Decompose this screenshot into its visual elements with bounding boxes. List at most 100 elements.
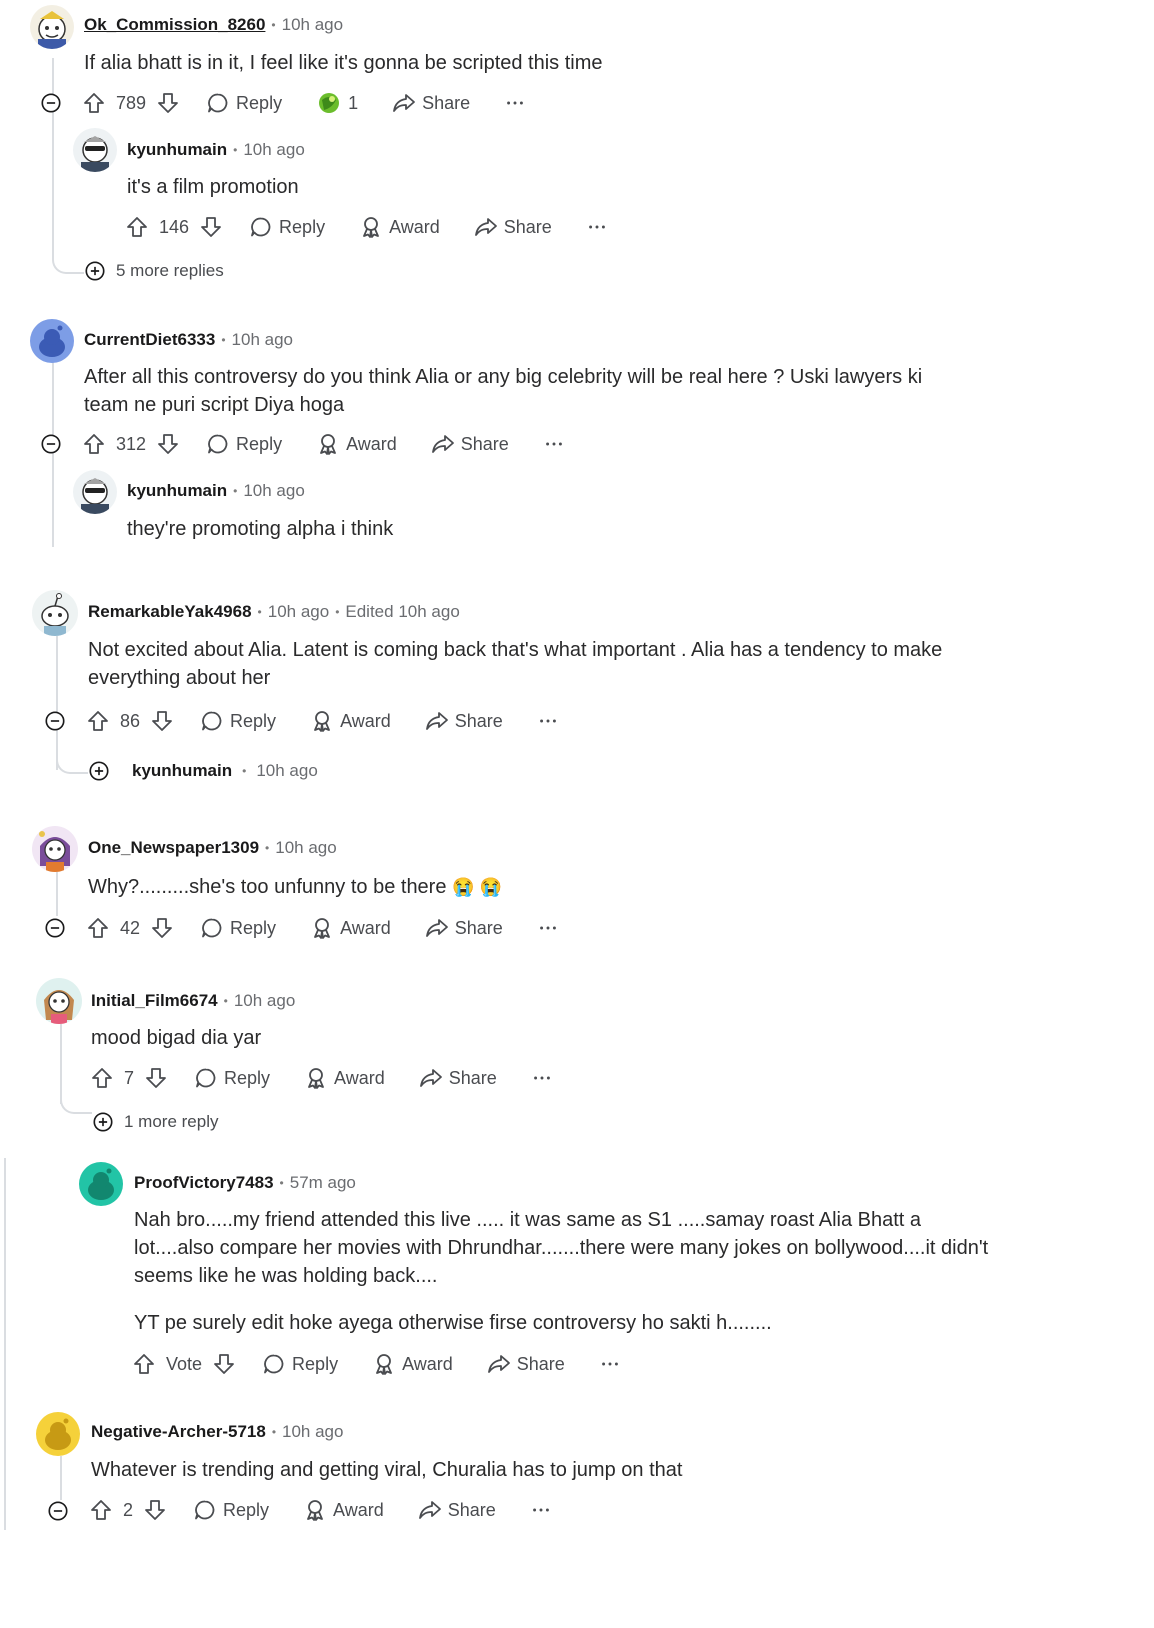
reply-button[interactable]: Reply xyxy=(194,1066,270,1090)
vote-count: 312 xyxy=(116,433,147,454)
collapse-icon[interactable] xyxy=(47,1500,69,1522)
username[interactable]: kyunhumain xyxy=(132,761,232,781)
share-button[interactable]: Share xyxy=(418,1498,496,1522)
share-button[interactable]: Share xyxy=(392,91,470,115)
thread-connector xyxy=(52,240,84,274)
downvote-button[interactable] xyxy=(150,916,174,940)
downvote-button[interactable] xyxy=(150,709,174,733)
collapse-icon[interactable] xyxy=(40,92,62,114)
award-button[interactable]: 1 xyxy=(316,90,358,116)
timestamp[interactable]: 10h ago xyxy=(275,838,336,858)
share-button[interactable]: Share xyxy=(425,709,503,733)
upvote-button[interactable] xyxy=(86,709,110,733)
reply-button[interactable]: Reply xyxy=(200,709,276,733)
timestamp[interactable]: 10h ago xyxy=(243,481,304,501)
username[interactable]: CurrentDiet6333 xyxy=(84,330,215,350)
comment-actions: 7 Reply Award Share xyxy=(90,1066,553,1090)
username[interactable]: Initial_Film6674 xyxy=(91,991,218,1011)
username[interactable]: Ok_Commission_8260 xyxy=(84,15,265,35)
reply-label: Reply xyxy=(236,92,283,113)
timestamp[interactable]: 10h ago xyxy=(282,15,343,35)
comment-meta: One_Newspaper1309 • 10h ago xyxy=(88,838,337,858)
edited-label: Edited 10h ago xyxy=(345,602,460,621)
collapse-icon[interactable] xyxy=(40,433,62,455)
more-options-button[interactable] xyxy=(530,1499,552,1521)
separator-dot: • xyxy=(233,143,238,157)
timestamp[interactable]: 10h ago xyxy=(243,140,304,160)
more-replies-button[interactable]: 5 more replies xyxy=(84,260,224,282)
award-button[interactable]: Award xyxy=(310,916,391,940)
timestamp[interactable]: 10h ago xyxy=(232,330,293,350)
username[interactable]: One_Newspaper1309 xyxy=(88,838,259,858)
upvote-button[interactable] xyxy=(82,91,106,115)
award-button[interactable]: Award xyxy=(316,432,397,456)
more-icon xyxy=(537,917,559,939)
timestamp[interactable]: 10h ago xyxy=(234,991,295,1011)
more-replies-button[interactable]: 1 more reply xyxy=(92,1111,218,1133)
downvote-icon xyxy=(150,916,174,940)
upvote-button[interactable] xyxy=(125,215,149,239)
downvote-button[interactable] xyxy=(199,215,223,239)
username[interactable]: RemarkableYak4968 xyxy=(88,602,252,622)
award-button[interactable]: Award xyxy=(304,1066,385,1090)
more-icon xyxy=(599,1353,621,1375)
separator-dot: • xyxy=(257,605,262,619)
reply-button[interactable]: Reply xyxy=(206,91,282,115)
reply-label: Reply xyxy=(224,1067,271,1088)
username[interactable]: ProofVictory7483 xyxy=(134,1173,274,1193)
collapse-icon[interactable] xyxy=(44,710,66,732)
more-options-button[interactable] xyxy=(537,710,559,732)
more-icon xyxy=(543,433,565,455)
share-button[interactable]: Share xyxy=(487,1352,565,1376)
upvote-icon xyxy=(89,1498,113,1522)
upvote-button[interactable] xyxy=(89,1498,113,1522)
username[interactable]: kyunhumain xyxy=(127,481,227,501)
separator-dot: • xyxy=(223,994,228,1008)
more-options-button[interactable] xyxy=(599,1353,621,1375)
share-label: Share xyxy=(454,710,503,731)
expand-icon xyxy=(84,260,106,282)
upvote-button[interactable] xyxy=(82,432,106,456)
more-options-button[interactable] xyxy=(543,433,565,455)
downvote-button[interactable] xyxy=(156,432,180,456)
downvote-button[interactable] xyxy=(212,1352,236,1376)
separator-dot: • xyxy=(271,18,276,32)
award-button[interactable]: Award xyxy=(359,215,440,239)
thread-line xyxy=(56,636,58,770)
reply-button[interactable]: Reply xyxy=(200,916,276,940)
timestamp[interactable]: 10h ago xyxy=(282,1422,343,1442)
upvote-button[interactable] xyxy=(86,916,110,940)
upvote-icon xyxy=(86,916,110,940)
share-button[interactable]: Share xyxy=(431,432,509,456)
share-button[interactable]: Share xyxy=(474,215,552,239)
share-button[interactable]: Share xyxy=(425,916,503,940)
downvote-button[interactable] xyxy=(143,1498,167,1522)
downvote-button[interactable] xyxy=(144,1066,168,1090)
more-options-button[interactable] xyxy=(586,216,608,238)
more-options-button[interactable] xyxy=(504,92,526,114)
timestamp[interactable]: 10h ago xyxy=(268,602,329,622)
award-button[interactable]: Award xyxy=(303,1498,384,1522)
more-options-button[interactable] xyxy=(531,1067,553,1089)
downvote-button[interactable] xyxy=(156,91,180,115)
collapse-icon[interactable] xyxy=(44,917,66,939)
share-icon xyxy=(474,215,498,239)
reply-button[interactable]: Reply xyxy=(262,1352,338,1376)
upvote-button[interactable] xyxy=(132,1352,156,1376)
reply-button[interactable]: Reply xyxy=(249,215,325,239)
upvote-button[interactable] xyxy=(90,1066,114,1090)
avatar xyxy=(36,1412,80,1456)
more-options-button[interactable] xyxy=(537,917,559,939)
username[interactable]: Negative-Archer-5718 xyxy=(91,1422,266,1442)
reply-button[interactable]: Reply xyxy=(206,432,282,456)
expand-icon xyxy=(92,1111,114,1133)
collapsed-reply[interactable]: kyunhumain • 10h ago xyxy=(88,760,318,782)
reply-button[interactable]: Reply xyxy=(193,1498,269,1522)
username[interactable]: kyunhumain xyxy=(127,140,227,160)
timestamp[interactable]: 10h ago xyxy=(256,761,317,781)
award-button[interactable]: Award xyxy=(372,1352,453,1376)
share-button[interactable]: Share xyxy=(419,1066,497,1090)
timestamp[interactable]: 57m ago xyxy=(290,1173,356,1193)
upvote-icon xyxy=(90,1066,114,1090)
award-button[interactable]: Award xyxy=(310,709,391,733)
